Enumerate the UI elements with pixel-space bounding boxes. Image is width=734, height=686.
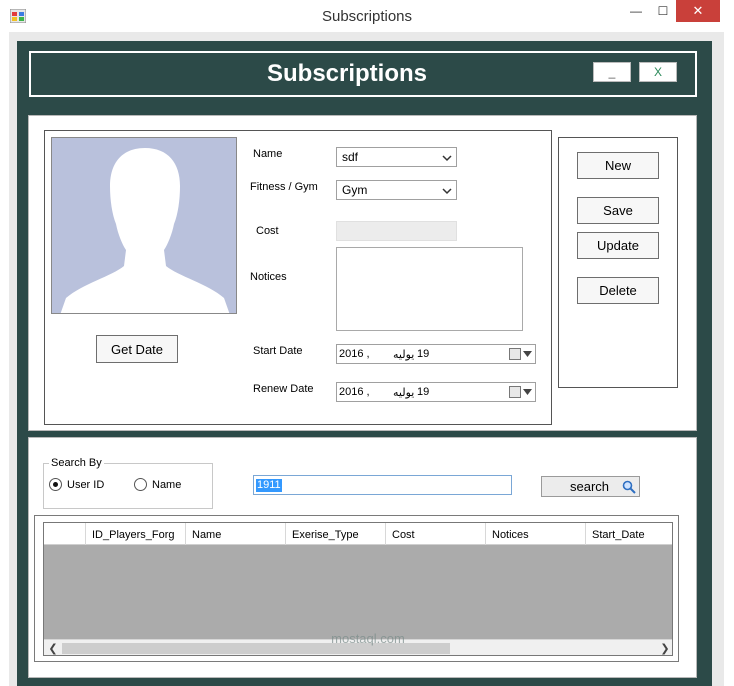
chevron-down-icon[interactable]	[523, 351, 532, 357]
fitness-combobox[interactable]: Gym	[336, 180, 457, 200]
grid-column-header[interactable]: Start_Date	[586, 523, 672, 545]
notices-textarea[interactable]	[336, 247, 523, 331]
grid-column-header[interactable]: Notices	[486, 523, 586, 545]
start-date-picker[interactable]: 2016 , يوليه 19	[336, 344, 536, 364]
window-maximize-button[interactable]: ☐	[650, 0, 676, 22]
radio-name-label[interactable]: Name	[152, 479, 181, 491]
form-close-button[interactable]: X	[639, 62, 677, 82]
search-icon	[622, 480, 636, 494]
renew-month: يوليه	[393, 387, 415, 399]
form-minimize-button[interactable]: _	[593, 62, 631, 82]
player-photo[interactable]	[51, 137, 237, 314]
renew-day: 19	[417, 386, 430, 398]
delete-button[interactable]: Delete	[577, 277, 659, 304]
name-label: Name	[253, 148, 283, 160]
notices-label: Notices	[250, 271, 287, 283]
new-button[interactable]: New	[577, 152, 659, 179]
radio-name[interactable]	[134, 478, 147, 491]
minimize-icon: —	[630, 4, 642, 18]
radio-userid-label[interactable]: User ID	[67, 479, 104, 491]
start-date-label: Start Date	[253, 345, 303, 357]
radio-selected-dot	[53, 482, 58, 487]
search-button-label: search	[570, 479, 610, 494]
name-value: sdf	[342, 150, 359, 164]
window-minimize-button[interactable]: —	[622, 0, 650, 22]
start-year: 2016 ,	[339, 348, 370, 360]
form-bottom-edge	[17, 678, 712, 686]
watermark: mostaql.com	[331, 631, 405, 646]
save-button[interactable]: Save	[577, 197, 659, 224]
search-input[interactable]: 1911	[253, 475, 512, 495]
grid-column-header[interactable]: Exerise_Type	[286, 523, 386, 545]
grid-column-header[interactable]: ID_Players_Forg	[86, 523, 186, 545]
cost-label: Cost	[256, 225, 279, 237]
window-close-button[interactable]: ✕	[676, 0, 720, 22]
get-date-button[interactable]: Get Date	[96, 335, 178, 363]
renew-year: 2016 ,	[339, 386, 370, 398]
search-by-label: Search By	[49, 457, 104, 469]
page-title: Subscriptions	[266, 60, 428, 87]
radio-userid[interactable]	[49, 478, 62, 491]
chevron-down-icon[interactable]	[523, 389, 532, 395]
grid-column-header[interactable]	[44, 523, 86, 545]
scroll-left-icon[interactable]: ❮	[46, 642, 60, 655]
chevron-down-icon	[442, 188, 452, 195]
grid-header: ID_Players_Forg Name Exerise_Type Cost N…	[44, 523, 672, 545]
maximize-icon: ☐	[657, 4, 669, 18]
search-query: 1911	[256, 479, 282, 492]
person-silhouette-icon	[60, 148, 230, 313]
grid-column-header[interactable]: Name	[186, 523, 286, 545]
calendar-icon[interactable]	[509, 386, 521, 398]
cost-input[interactable]	[336, 221, 457, 241]
renew-date-label: Renew Date	[253, 383, 314, 395]
scroll-right-icon[interactable]: ❯	[658, 642, 672, 655]
calendar-icon[interactable]	[509, 348, 521, 360]
chevron-down-icon	[442, 155, 452, 162]
grid-column-header[interactable]: Cost	[386, 523, 486, 545]
close-icon: ✕	[692, 3, 704, 18]
search-button[interactable]: search	[541, 476, 640, 497]
name-combobox[interactable]: sdf	[336, 147, 457, 167]
renew-date-picker[interactable]: 2016 , يوليه 19	[336, 382, 536, 402]
fitness-label: Fitness / Gym	[250, 181, 318, 193]
start-day: 19	[417, 348, 430, 360]
start-month: يوليه	[393, 349, 415, 361]
fitness-value: Gym	[342, 183, 368, 197]
update-button[interactable]: Update	[577, 232, 659, 259]
